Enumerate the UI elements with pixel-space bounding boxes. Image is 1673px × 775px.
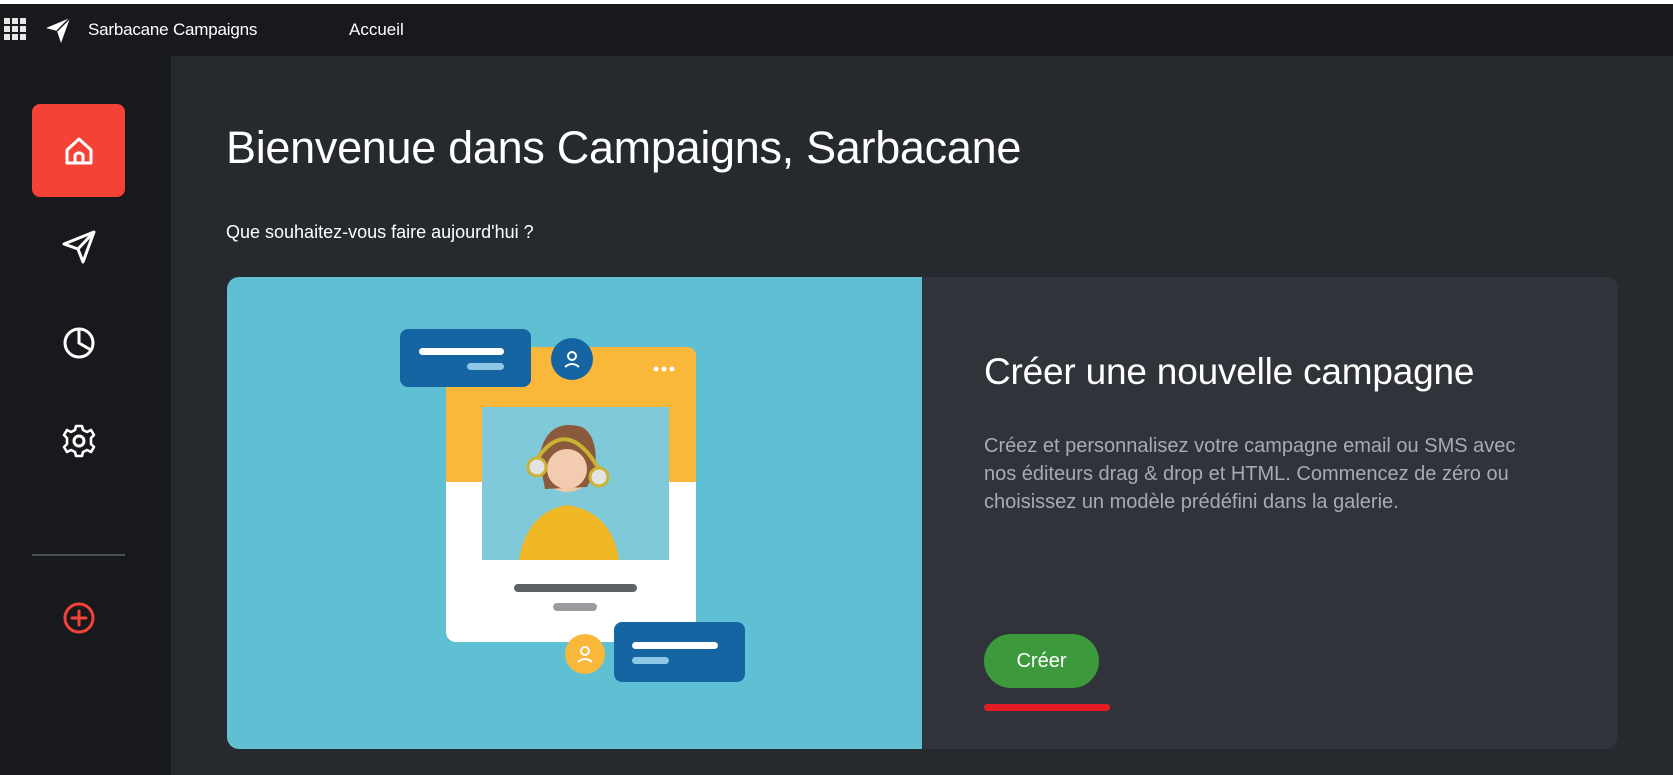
email-template-illustration: [400, 329, 745, 682]
sidebar: [0, 56, 171, 775]
apps-grid-icon[interactable]: [4, 18, 26, 40]
sidebar-item-create[interactable]: [32, 571, 125, 664]
pie-chart-icon: [63, 327, 94, 358]
top-bar: Sarbacane Campaigns Accueil: [0, 4, 1673, 56]
home-icon: [65, 137, 92, 164]
settings-icon: [62, 424, 95, 457]
page-title: Bienvenue dans Campaigns, Sarbacane: [226, 122, 1022, 173]
new-campaign-card: Créer une nouvelle campagne Créez et per…: [227, 277, 1618, 749]
app-title: Sarbacane Campaigns: [88, 20, 258, 39]
sidebar-item-statistics[interactable]: [32, 296, 125, 389]
paper-plane-logo-icon: [46, 17, 71, 43]
campaign-illustration: [227, 277, 922, 749]
card-description: Créez et personnalisez votre campagne em…: [984, 435, 1516, 513]
add-circle-icon: [63, 602, 94, 633]
app-window: Sarbacane Campaigns Accueil Bienvenue da…: [0, 4, 1673, 775]
page-subtitle: Que souhaitez-vous faire aujourd'hui ?: [226, 222, 534, 242]
sidebar-item-campaigns[interactable]: [32, 200, 125, 293]
card-title: Créer une nouvelle campagne: [984, 351, 1475, 392]
send-icon: [62, 230, 95, 263]
sidebar-item-home[interactable]: [32, 104, 125, 197]
sidebar-item-settings[interactable]: [32, 394, 125, 487]
create-button-underline: [984, 704, 1110, 711]
sidebar-divider: [32, 554, 125, 556]
nav-link-accueil[interactable]: Accueil: [349, 20, 404, 40]
create-campaign-button[interactable]: Créer: [984, 634, 1099, 688]
